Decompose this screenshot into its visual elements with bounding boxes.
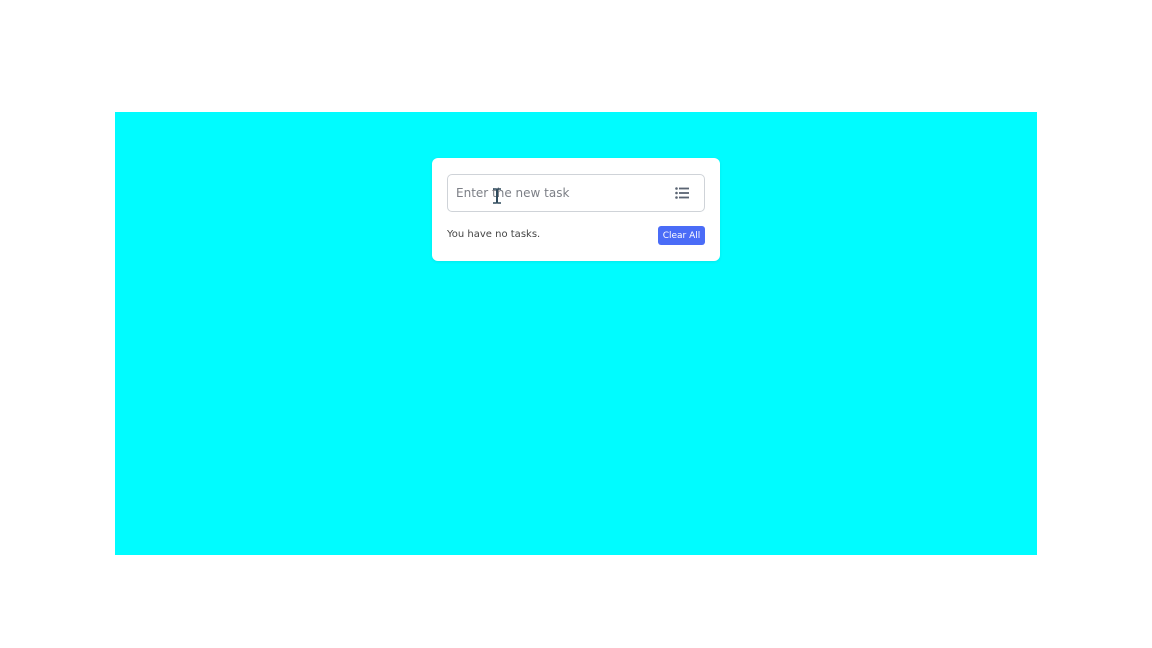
clear-all-button[interactable]: Clear All xyxy=(658,226,705,245)
task-input-container[interactable] xyxy=(447,174,705,212)
list-icon[interactable] xyxy=(675,187,689,199)
task-input[interactable] xyxy=(456,175,656,211)
task-footer: You have no tasks. Clear All xyxy=(447,226,705,246)
app-background: You have no tasks. Clear All xyxy=(115,112,1037,555)
text-cursor-icon xyxy=(493,188,501,204)
task-status-text: You have no tasks. xyxy=(447,229,541,240)
todo-card: You have no tasks. Clear All xyxy=(432,158,720,261)
